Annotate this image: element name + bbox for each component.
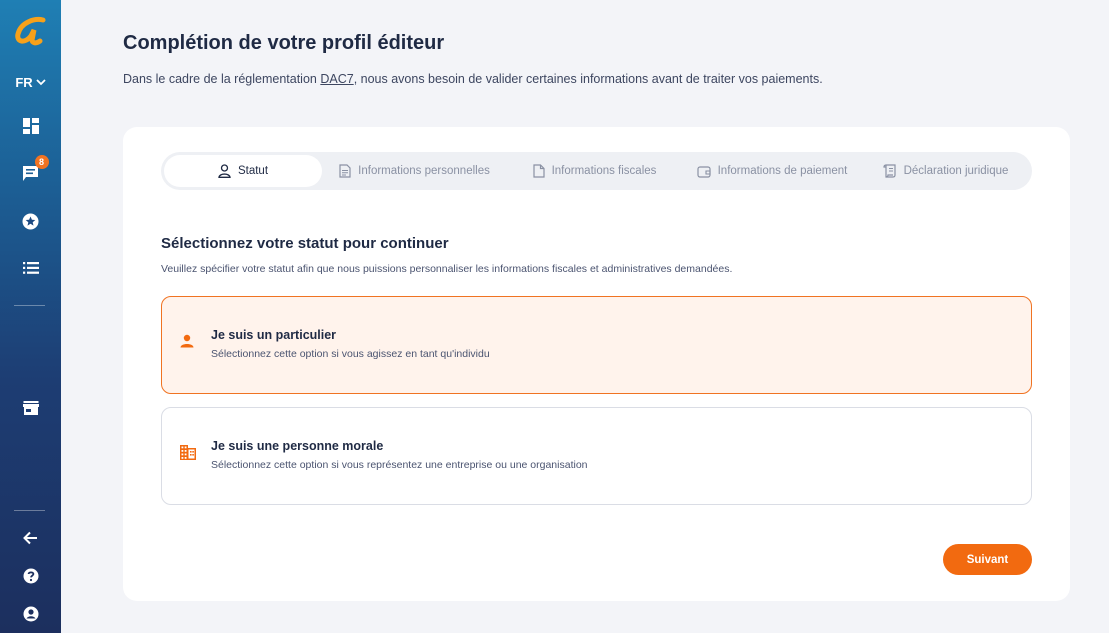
language-selector[interactable]: FR [0,72,61,92]
sidebar: FR 8 [0,0,61,633]
option-particulier[interactable]: Je suis un particulier Sélectionnez cett… [161,296,1032,394]
wallet-icon [697,165,711,178]
logo-icon [14,17,45,46]
step-informations-fiscales[interactable]: Informations fiscales [507,155,682,187]
option-description: Sélectionnez cette option si vous représ… [211,459,588,471]
logo[interactable] [0,14,61,48]
step-informations-personnelles[interactable]: Informations personnelles [322,155,507,187]
step-informations-de-paiement[interactable]: Informations de paiement [682,155,862,187]
step-label: Informations de paiement [717,165,848,177]
step-declaration-juridique[interactable]: Déclaration juridique [862,155,1029,187]
back-arrow-icon [23,531,37,545]
subtitle-text-before: Dans le cadre de la réglementation [123,72,321,86]
section-title: Sélectionnez votre statut pour continuer [161,235,449,252]
sidebar-divider [14,305,45,306]
next-button[interactable]: Suivant [943,544,1032,575]
option-description: Sélectionnez cette option si vous agisse… [211,348,490,360]
list-icon [22,262,39,274]
chevron-down-icon [36,78,46,85]
page-title: Complétion de votre profil éditeur [123,32,445,54]
sidebar-item-messages[interactable]: 8 [0,155,61,182]
option-personne-morale[interactable]: Je suis une personne morale Sélectionnez… [161,407,1032,505]
sidebar-item-favorites[interactable] [0,212,61,230]
user-icon [218,164,231,178]
help-icon [23,568,38,584]
language-label: FR [15,74,33,90]
store-icon [22,401,39,415]
section-subtitle: Veuillez spécifier votre statut afin que… [161,263,733,275]
step-label: Déclaration juridique [903,165,1009,177]
sidebar-item-collapse[interactable] [0,529,61,547]
sidebar-item-dashboard[interactable] [0,117,61,135]
step-label: Informations fiscales [551,165,657,177]
sidebar-item-help[interactable] [0,567,61,585]
sidebar-item-store[interactable] [0,399,61,417]
step-label: Informations personnelles [358,165,490,177]
step-label: Statut [237,165,269,177]
sidebar-item-account[interactable] [0,605,61,623]
subtitle-text-after: , nous avons besoin de valider certaines… [353,72,823,86]
account-icon [23,606,38,622]
option-title: Je suis une personne morale [211,439,384,453]
profile-card: Statut Informations personnelles Informa… [123,127,1070,601]
sidebar-item-list[interactable] [0,259,61,277]
sidebar-divider [14,510,45,511]
step-statut[interactable]: Statut [164,155,322,187]
dashboard-icon [22,118,39,134]
option-title: Je suis un particulier [211,328,337,342]
dac7-link[interactable]: DAC7 [320,72,353,86]
scroll-icon [882,164,896,178]
building-icon [180,445,196,460]
document-icon [339,164,351,178]
page-subtitle: Dans le cadre de la réglementation DAC7,… [123,72,823,86]
stepper: Statut Informations personnelles Informa… [161,152,1032,190]
favorites-icon [22,213,39,229]
file-icon [532,164,545,178]
messages-badge: 8 [34,155,49,169]
person-icon [180,334,194,348]
